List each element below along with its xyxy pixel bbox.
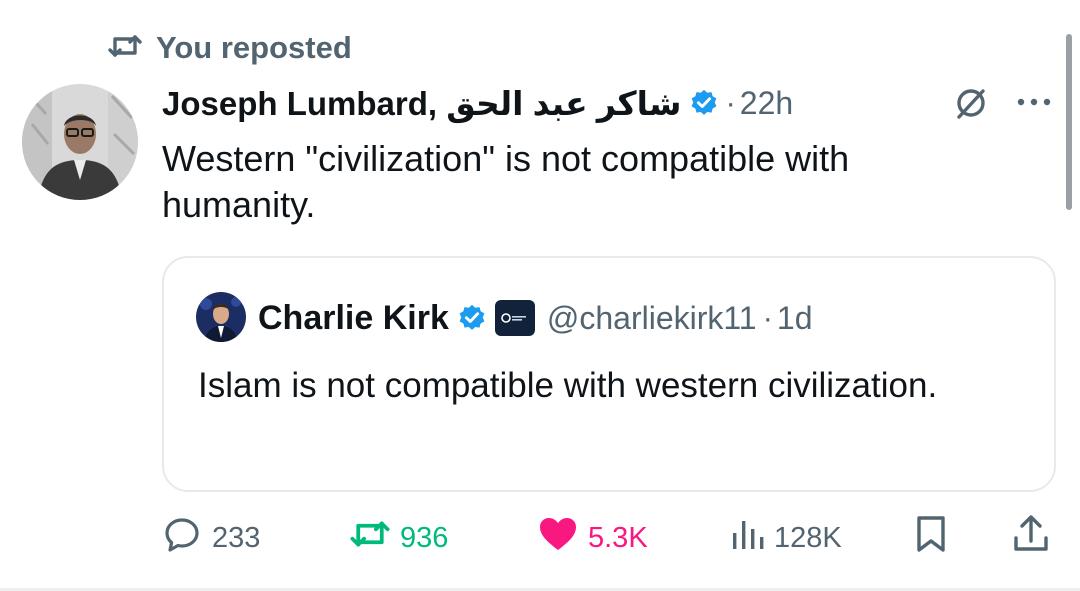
views-button[interactable]: 128K	[730, 514, 842, 562]
repost-button[interactable]: 936	[350, 514, 448, 562]
repost-indicator: You reposted	[108, 28, 352, 68]
bookmark-button[interactable]	[914, 514, 948, 562]
tweet-header: Joseph Lumbard, شاكر عبد الحق · 22h	[162, 80, 793, 126]
affiliation-badge-icon[interactable]	[494, 300, 535, 336]
author-name[interactable]: Joseph Lumbard, شاكر عبد الحق	[162, 84, 681, 123]
reply-icon	[162, 514, 202, 562]
share-button[interactable]	[1012, 514, 1050, 562]
quoted-author-avatar[interactable]	[196, 292, 246, 342]
repost-label: You reposted	[156, 30, 352, 65]
tweet-timestamp[interactable]: 22h	[740, 85, 793, 122]
quoted-tweet-timestamp[interactable]: 1d	[777, 300, 813, 337]
repost-icon	[108, 33, 142, 64]
quoted-tweet-text: Islam is not compatible with western civ…	[198, 366, 938, 405]
views-chart-icon	[730, 517, 764, 559]
like-count: 5.3K	[588, 521, 648, 554]
repost-count: 936	[400, 521, 449, 554]
scrollbar[interactable]	[1066, 34, 1072, 210]
verified-badge-icon	[457, 303, 487, 333]
verified-badge-icon	[689, 88, 719, 118]
tweet-text: Western "civilization" is not compatible…	[162, 138, 850, 225]
more-options-icon[interactable]	[1012, 84, 1056, 120]
repost-icon	[350, 518, 390, 558]
grok-icon[interactable]	[948, 82, 994, 124]
reply-button[interactable]: 233	[162, 514, 260, 562]
separator-dot: ·	[762, 300, 773, 335]
views-count: 128K	[774, 521, 842, 554]
separator-dot: ·	[725, 85, 736, 120]
bookmark-icon	[914, 515, 948, 561]
author-avatar[interactable]	[22, 84, 138, 200]
quoted-tweet-header: Charlie Kirk @charliekirk11 · 1d	[258, 294, 813, 342]
heart-icon	[538, 516, 578, 560]
like-button[interactable]: 5.3K	[538, 514, 648, 562]
reply-count: 233	[212, 521, 261, 554]
quoted-author-handle[interactable]: @charliekirk11	[547, 300, 757, 337]
tweet-action-bar: 233 936 5.3K 128K	[160, 514, 1060, 562]
share-icon	[1012, 514, 1050, 562]
quoted-author-name[interactable]: Charlie Kirk	[258, 299, 449, 338]
